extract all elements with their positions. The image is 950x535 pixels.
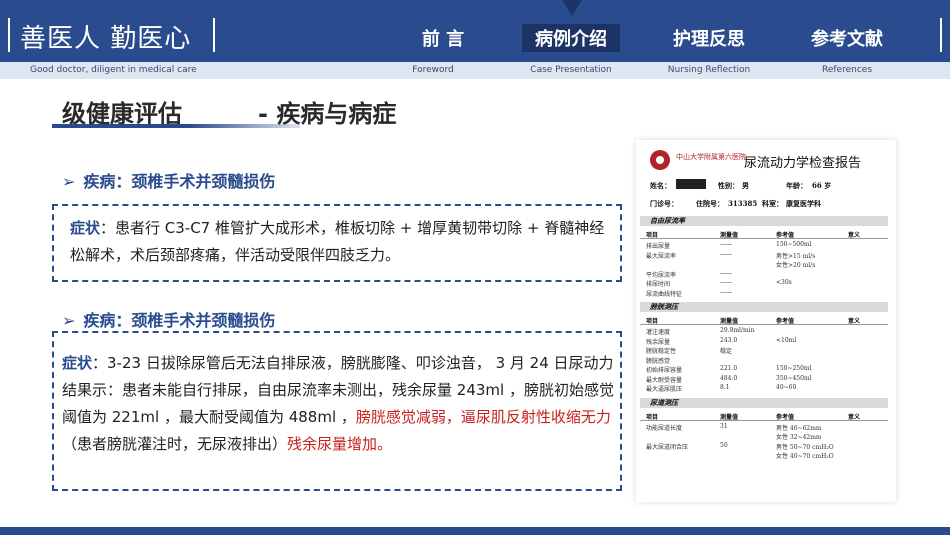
symptom-description: ：患者行 C3-C7 椎管扩大成形术，椎板切除 + 增厚黄韧带切除 + 脊髓神经…: [70, 219, 605, 264]
symptom-label: 症状: [62, 354, 93, 372]
disease-heading-2: ➢ 疾病：颈椎手术并颈髓损伤: [62, 307, 275, 331]
left-accent-divider: [8, 18, 10, 52]
report-hospital: 中山大学附属第六医院: [676, 153, 746, 161]
report-cell: 膀胱感觉: [646, 357, 671, 365]
disease-heading-text: 疾病：颈椎手术并颈髓损伤: [83, 311, 276, 330]
report-dept-value: 康复医学科: [786, 199, 821, 208]
report-cell: <30s: [776, 279, 792, 286]
report-dept-label: 科室：: [762, 199, 783, 208]
report-cell: 排尿时间: [646, 281, 671, 288]
report-cell: 484.0: [720, 374, 738, 382]
report-table-rule: [640, 238, 888, 239]
report-sex-value: 男: [742, 181, 749, 190]
report-cell: 350~450ml: [776, 374, 812, 382]
report-table-rule: [640, 324, 888, 325]
urodynamics-report-image: 中山大学附属第六医院 尿流动力学检查报告 姓名： 性别： 男 年龄： 66 岁 …: [636, 140, 896, 502]
report-cell: 243.0: [720, 336, 738, 344]
nav-references[interactable]: 参考文献: [798, 24, 896, 52]
report-name-label: 姓名：: [650, 181, 671, 190]
brand-divider: [213, 18, 215, 52]
top-nav-bar: 善医人 勤医心 前 言 病例介绍 护理反思 参考文献: [0, 0, 950, 62]
hospital-logo-icon: [650, 150, 670, 170]
report-cell: <10ml: [776, 336, 797, 344]
nav-sub-nursing-reflection: Nursing Reflection: [667, 65, 751, 75]
disease-heading-1: ➢ 疾病：颈椎手术并颈髓损伤: [62, 168, 275, 192]
report-cell: 最大尿流率: [646, 252, 677, 260]
report-section-free-flow: 自由尿流率: [640, 216, 888, 226]
brand-subtitle: Good doctor, diligent in medical care: [30, 65, 197, 75]
symptom-highlight-1: 膀胱感觉减弱，逼尿肌反射性收缩无力: [355, 408, 611, 426]
report-cell: 31: [720, 422, 728, 430]
report-cell: 男性 50~70 cmH₂O: [776, 443, 834, 451]
symptom-label: 症状: [70, 219, 101, 237]
report-cell: 排出尿量: [646, 243, 671, 250]
report-age-value: 66 岁: [812, 181, 832, 190]
report-section-band: 尿道测压: [640, 397, 888, 408]
nav-foreword[interactable]: 前 言: [405, 24, 481, 52]
report-cell: 膀胱稳定性: [646, 348, 677, 355]
symptom-text-1: 症状：患者行 C3-C7 椎管扩大成形术，椎板切除 + 增厚黄韧带切除 + 脊髓…: [70, 215, 610, 269]
nav-case-presentation[interactable]: 病例介绍: [522, 24, 620, 52]
report-cell: 8.1: [720, 384, 730, 391]
report-cell: 150~500ml: [776, 241, 812, 248]
report-cell: ——: [720, 269, 732, 277]
report-cell: 女性 40~70 cmH₂O: [776, 453, 834, 460]
report-table-rule: [640, 419, 888, 421]
report-age-label: 年龄：: [786, 181, 807, 190]
arrow-bullet-icon: ➢: [62, 172, 76, 191]
brand-title: 善医人 勤医心: [20, 24, 192, 54]
report-cell: ——: [720, 250, 732, 258]
report-cell: 男性>15 ml/s: [776, 252, 816, 260]
report-cell: 灌注速度: [646, 329, 671, 336]
report-admission-label: 住院号：: [696, 199, 724, 208]
report-cell: 功能尿道长度: [646, 424, 683, 432]
report-cell: 女性>20 ml/s: [776, 262, 816, 269]
report-cell: ——: [720, 288, 732, 296]
report-cell: 221.0: [720, 365, 738, 372]
arrow-bullet-icon: ➢: [62, 311, 76, 330]
nav-sub-case-presentation: Case Presentation: [530, 65, 612, 75]
symptom-description-part-2: （患者膀胱灌注时，无尿液排出）: [62, 435, 288, 453]
report-cell: 150~250ml: [776, 365, 812, 372]
report-cell: 男性 46~62mm: [776, 424, 822, 432]
active-nav-pointer-icon: [562, 0, 582, 16]
report-section-band: 膀胱测压: [640, 302, 888, 312]
report-sex-label: 性别：: [718, 181, 739, 190]
right-accent-divider: [940, 18, 942, 52]
nav-sub-foreword: Foreword: [412, 65, 454, 75]
report-cell: 初始排尿容量: [646, 367, 683, 374]
report-cell: 残余尿量: [646, 338, 671, 346]
report-cell: 最大尿道闭合压: [646, 443, 689, 451]
report-cell: 50: [720, 441, 728, 449]
nav-sub-references: References: [821, 65, 873, 75]
report-cell: ——: [720, 241, 732, 248]
report-cell: 尿流曲线特征: [646, 290, 683, 298]
bottom-bar: [0, 527, 950, 535]
report-cell: 平均尿流率: [646, 271, 677, 279]
report-cell: 最大逼尿肌压: [646, 386, 683, 393]
symptom-text-2: 症状：3-23 日拔除尿管后无法自排尿液，膀胱膨隆、叩诊浊音， 3 月 24 日…: [62, 350, 614, 458]
nav-nursing-reflection[interactable]: 护理反思: [660, 24, 758, 52]
report-cell: 40~60: [776, 384, 797, 391]
report-admission-value: 313385: [728, 199, 758, 208]
report-outpatient-label: 门诊号：: [650, 199, 678, 208]
report-cell: 女性 32~42mm: [776, 434, 822, 441]
report-title: 尿流动力学检查报告: [744, 156, 862, 171]
report-cell: ——: [720, 279, 732, 286]
report-cell: 29.9ml/min: [720, 327, 755, 334]
disease-heading-text: 疾病：颈椎手术并颈髓损伤: [83, 172, 276, 191]
redacted-name-block: [676, 179, 706, 189]
report-cell: 最大耐受容量: [646, 376, 683, 384]
title-underline: [52, 124, 300, 128]
report-cell: 稳定: [720, 348, 733, 355]
symptom-highlight-2: 残余尿量增加。: [287, 435, 393, 453]
